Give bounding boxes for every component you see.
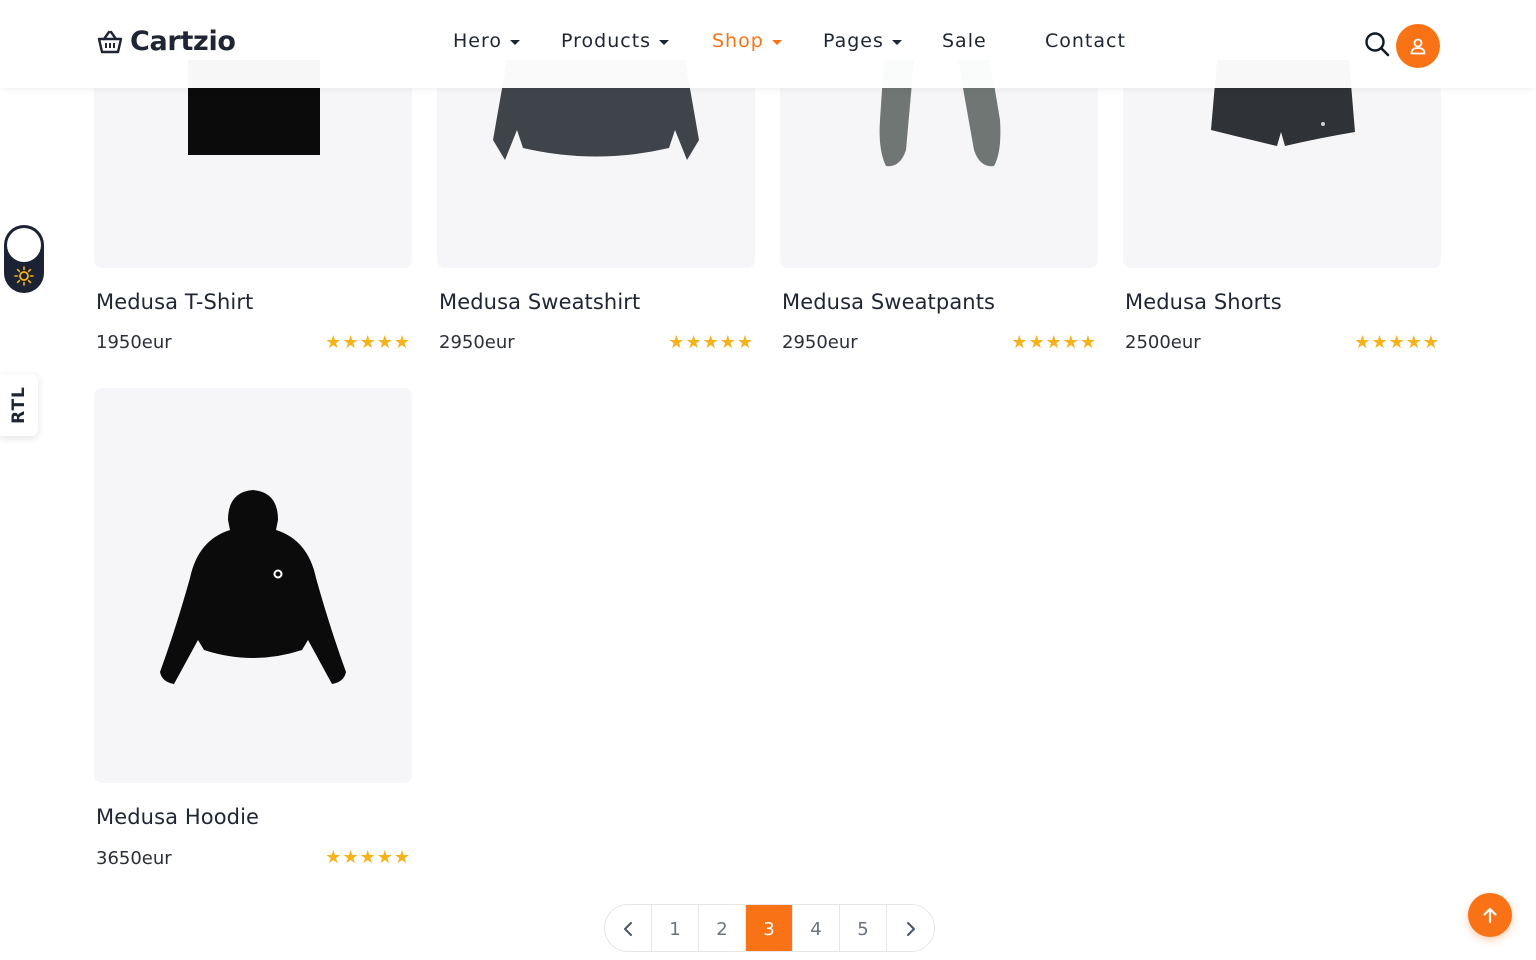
star-icon: ★	[685, 332, 702, 353]
rtl-toggle[interactable]: RTL	[0, 374, 38, 436]
chevron-left-icon	[624, 922, 632, 936]
star-icon: ★	[1388, 332, 1405, 353]
product-name[interactable]: Medusa Hoodie	[96, 805, 259, 829]
product-card[interactable]: Medusa Hoodie 3650eur ★ ★ ★ ★ ★	[94, 388, 412, 869]
product-rating: ★ ★ ★ ★ ★	[1354, 334, 1439, 352]
product-price: 2500eur	[1125, 332, 1201, 353]
star-icon: ★	[719, 332, 736, 353]
product-image[interactable]	[94, 388, 412, 783]
star-icon: ★	[342, 847, 359, 868]
star-icon: ★	[1079, 332, 1096, 353]
product-price: 1950eur	[96, 332, 172, 353]
pagination-page-2[interactable]: 2	[699, 905, 746, 951]
pagination-page-5[interactable]: 5	[840, 905, 887, 951]
nav-item-label: Shop	[712, 30, 764, 52]
star-icon: ★	[736, 332, 753, 353]
product-price: 2950eur	[439, 332, 515, 353]
star-icon: ★	[1062, 332, 1079, 353]
caret-down-icon	[510, 40, 520, 45]
nav-item-label: Pages	[823, 30, 884, 52]
star-icon: ★	[1011, 332, 1028, 353]
star-icon: ★	[359, 332, 376, 353]
star-icon: ★	[1354, 332, 1371, 353]
site-header: Cartzio Hero Products Shop Pages Sale Co…	[0, 0, 1536, 88]
caret-down-icon	[659, 40, 670, 45]
star-icon: ★	[393, 847, 410, 868]
account-button[interactable]	[1396, 24, 1440, 68]
product-rating: ★ ★ ★ ★ ★	[668, 334, 753, 352]
sun-icon	[14, 266, 34, 286]
pagination-prev[interactable]	[605, 905, 652, 951]
theme-toggle[interactable]	[4, 225, 44, 293]
hoodie-image	[160, 490, 346, 684]
nav-item-label: Sale	[942, 30, 987, 52]
nav-item-shop[interactable]: Shop	[712, 30, 782, 52]
product-name[interactable]: Medusa Sweatpants	[782, 290, 995, 314]
nav-item-products[interactable]: Products	[561, 30, 670, 52]
star-icon: ★	[1422, 332, 1439, 353]
product-price: 3650eur	[96, 848, 172, 869]
star-icon: ★	[1028, 332, 1045, 353]
star-icon: ★	[1405, 332, 1422, 353]
nav-item-contact[interactable]: Contact	[1045, 30, 1126, 52]
nav-item-label: Hero	[453, 30, 502, 52]
product-rating: ★ ★ ★ ★ ★	[325, 334, 410, 352]
star-icon: ★	[702, 332, 719, 353]
star-icon: ★	[325, 847, 342, 868]
main-nav: Hero Products Shop Pages Sale Contact	[0, 30, 1536, 60]
product-rating: ★ ★ ★ ★ ★	[1011, 334, 1096, 352]
nav-item-label: Contact	[1045, 30, 1126, 52]
caret-down-icon	[891, 40, 902, 45]
rtl-label: RTL	[8, 386, 29, 424]
star-icon: ★	[359, 847, 376, 868]
caret-down-icon	[771, 40, 782, 45]
star-icon: ★	[1371, 332, 1388, 353]
star-icon: ★	[342, 332, 359, 353]
pagination-next[interactable]	[887, 905, 934, 951]
search-icon[interactable]	[1364, 31, 1390, 57]
pagination-page-1[interactable]: 1	[652, 905, 699, 951]
star-icon: ★	[376, 847, 393, 868]
scroll-to-top-button[interactable]	[1468, 893, 1512, 937]
star-icon: ★	[325, 332, 342, 353]
star-icon: ★	[668, 332, 685, 353]
nav-item-sale[interactable]: Sale	[942, 30, 987, 52]
product-name[interactable]: Medusa Sweatshirt	[439, 290, 640, 314]
chevron-right-icon	[906, 922, 915, 936]
pagination: 1 2 3 4 5	[604, 904, 935, 952]
user-icon	[1410, 38, 1426, 55]
product-price: 2950eur	[782, 332, 858, 353]
star-icon: ★	[393, 332, 410, 353]
pagination-page-4[interactable]: 4	[793, 905, 840, 951]
nav-item-hero[interactable]: Hero	[453, 30, 520, 52]
pagination-page-3[interactable]: 3	[746, 905, 793, 951]
star-icon: ★	[1045, 332, 1062, 353]
nav-item-pages[interactable]: Pages	[823, 30, 902, 52]
nav-item-label: Products	[561, 30, 652, 52]
product-name[interactable]: Medusa Shorts	[1125, 290, 1282, 314]
product-rating: ★ ★ ★ ★ ★	[325, 849, 410, 867]
product-name[interactable]: Medusa T-Shirt	[96, 290, 253, 314]
toggle-knob	[7, 228, 41, 262]
arrow-up-icon	[1483, 907, 1497, 924]
star-icon: ★	[376, 332, 393, 353]
